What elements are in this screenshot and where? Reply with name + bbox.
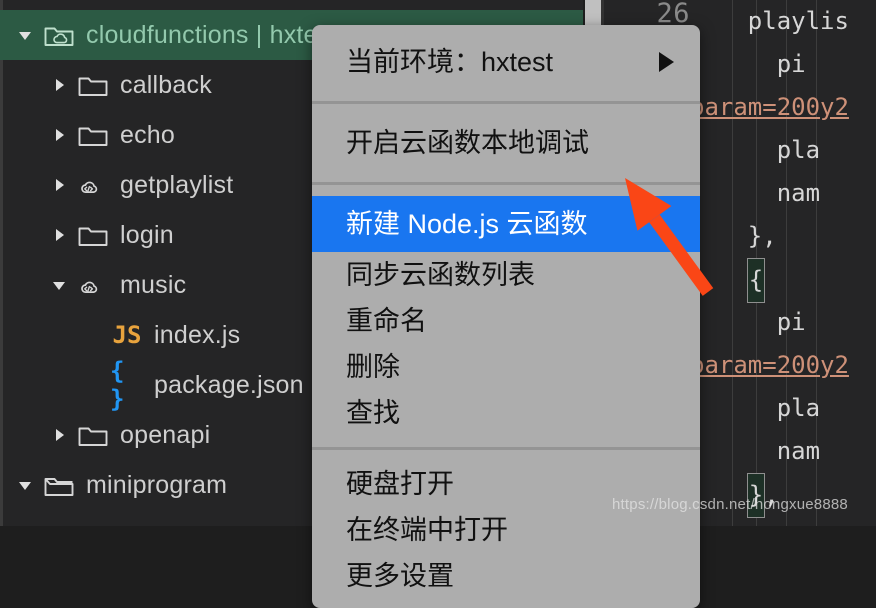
menu-item-label: 更多设置 (346, 560, 454, 591)
folder-icon (76, 520, 110, 526)
menu-item--[interactable]: 开启云函数本地调试 (312, 115, 700, 171)
chevron-right-icon[interactable] (48, 124, 70, 146)
code-line: param=200y2 (690, 351, 849, 379)
tree-row-label: getplaylist (120, 170, 234, 199)
menu-item--[interactable]: 更多设置 (312, 553, 700, 599)
tree-row-label: callback (120, 70, 212, 99)
code-line: pi (690, 308, 806, 336)
tree-row-label: package.json (154, 370, 304, 399)
context-menu[interactable]: 当前环境：hxtest 开启云函数本地调试 新建 Node.js 云函数 同步云函数列… (312, 25, 700, 608)
submenu-arrow-icon (659, 52, 674, 72)
menu-item--node.js-[interactable]: 新建 Node.js 云函数 (312, 196, 700, 252)
twisty-placeholder (82, 324, 104, 346)
code-line: { (690, 258, 876, 303)
menu-gap (312, 90, 700, 99)
folder-icon (76, 70, 110, 100)
menu-gap (312, 452, 700, 461)
js-file-icon: JS (112, 321, 142, 349)
menu-separator (312, 101, 700, 104)
menu-item-label: 删除 (346, 351, 400, 382)
menu-item-label: 硬盘打开 (346, 468, 454, 499)
menu-gap (312, 187, 700, 196)
menu-item--[interactable]: 删除 (312, 344, 700, 390)
code-line: nam (690, 437, 821, 465)
code-line: nam (690, 179, 821, 207)
menu-item--hxtest[interactable]: 当前环境：hxtest (312, 34, 700, 90)
chevron-right-icon[interactable] (48, 224, 70, 246)
folder-icon (76, 220, 110, 250)
folder-icon (76, 420, 110, 450)
cloud-code-icon (76, 270, 110, 300)
tree-row-label: cloudfunctions | hxtest (86, 20, 338, 49)
tree-row-label: echo (120, 120, 176, 149)
code-line: pla (690, 136, 821, 164)
code-line: pi (690, 50, 806, 78)
menu-item-label: 查找 (346, 397, 400, 428)
cloud-folder-icon (42, 20, 76, 50)
code-line: param=200y2 (690, 93, 849, 121)
menu-item--[interactable]: 同步云函数列表 (312, 252, 700, 298)
menu-separator (312, 447, 700, 450)
code-line: playlis (690, 7, 849, 35)
folder-open-icon (42, 470, 76, 500)
code-line: pla (690, 394, 821, 422)
menu-gap (312, 106, 700, 115)
json-file-icon: { } (110, 357, 125, 413)
menu-item-label: 重命名 (346, 305, 427, 336)
code-content[interactable]: playlis pi param=200y2 pla nam }, { pi par… (690, 0, 876, 526)
tree-row-label: index.js (154, 320, 241, 349)
tree-row-label: components (120, 521, 258, 527)
chevron-right-icon[interactable] (48, 174, 70, 196)
chevron-right-icon[interactable] (48, 424, 70, 446)
tree-row-label: miniprogram (86, 470, 228, 499)
tree-row-label: music (120, 270, 187, 299)
menu-item-label: 同步云函数列表 (346, 259, 535, 290)
menu-item--[interactable]: 在终端中打开 (312, 507, 700, 553)
menu-gap (312, 171, 700, 180)
tree-row-label: openapi (120, 420, 211, 449)
menu-gap (312, 599, 700, 608)
menu-gap (312, 436, 700, 445)
watermark-text: https://blog.csdn.net/hongxue8888 (612, 496, 848, 513)
cloud-code-icon (76, 170, 110, 200)
chevron-down-icon[interactable] (48, 274, 70, 296)
menu-gap (312, 25, 700, 34)
chevron-right-icon[interactable] (48, 74, 70, 96)
twisty-placeholder (82, 374, 104, 396)
chevron-down-icon[interactable] (14, 474, 36, 496)
menu-item-label: 开启云函数本地调试 (346, 127, 589, 158)
menu-item--[interactable]: 查找 (312, 390, 700, 436)
menu-item-label: 在终端中打开 (346, 514, 508, 545)
menu-item-label: 当前环境：hxtest (346, 46, 554, 77)
code-line: { (690, 516, 876, 526)
chevron-down-icon[interactable] (14, 24, 36, 46)
folder-icon (76, 120, 110, 150)
code-line: }, (690, 222, 777, 250)
tree-row-label: login (120, 220, 174, 249)
menu-separator (312, 182, 700, 185)
menu-item--[interactable]: 重命名 (312, 298, 700, 344)
menu-item-label: 新建 Node.js 云函数 (346, 208, 588, 239)
